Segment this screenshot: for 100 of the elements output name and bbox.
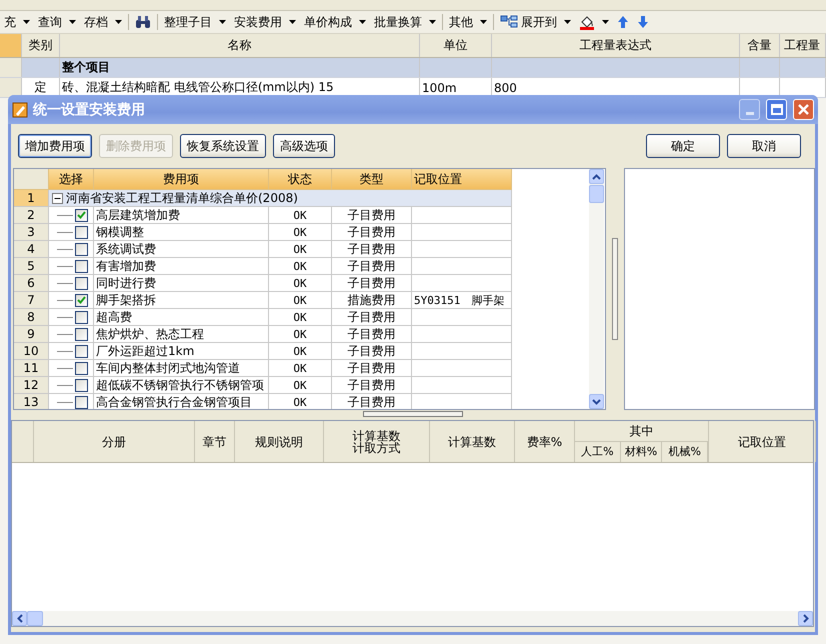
table-cell: 子目费用 <box>332 377 412 394</box>
table-cell: 措施费用 <box>332 292 412 309</box>
toolbar-button[interactable]: 展开到 <box>496 12 575 32</box>
column-header: 类型 <box>332 169 412 190</box>
column-header: 计算基数 <box>430 421 515 462</box>
table-cell: 子目费用 <box>332 207 412 224</box>
table-cell: OK <box>269 394 332 409</box>
row-number: 4 <box>14 241 49 258</box>
row-number: 6 <box>14 275 49 292</box>
toolbar-button[interactable]: 批量换算 <box>370 12 440 32</box>
maximize-button[interactable] <box>766 99 787 120</box>
window-title: 统一设置安装费用 <box>33 100 145 118</box>
table-cell: 脚手架搭拆 <box>94 292 269 309</box>
column-header: 费用项 <box>94 169 269 190</box>
row-header <box>0 78 22 97</box>
toolbar-button[interactable]: 整理子目 <box>160 12 230 32</box>
checkbox[interactable] <box>75 378 88 392</box>
checkbox[interactable] <box>75 208 88 222</box>
table-cell: 高层建筑增加费 <box>94 207 269 224</box>
column-header: 规则说明 <box>235 421 324 462</box>
header-corner <box>0 34 22 57</box>
table-cell: 整个项目 <box>60 58 420 77</box>
table-cell: OK <box>269 258 332 275</box>
table-cell: 子目费用 <box>332 326 412 343</box>
column-header: 记取位置 <box>412 169 512 190</box>
checkbox[interactable] <box>75 242 88 256</box>
table-cell: OK <box>269 224 332 241</box>
table-cell: OK <box>269 360 332 377</box>
scroll-up-icon[interactable] <box>592 174 601 180</box>
toolbar-button[interactable]: 安装费用 <box>230 12 300 32</box>
column-header: 计取方式 <box>352 442 400 454</box>
column-header: 类别 <box>22 34 60 57</box>
dialog-button[interactable]: 取消 <box>727 134 801 158</box>
row-number: 5 <box>14 258 49 275</box>
toolbar-button[interactable]: 查询 <box>34 12 80 32</box>
scroll-down-icon[interactable] <box>592 398 601 404</box>
scroll-thumb[interactable] <box>588 185 604 203</box>
table-cell: 超低碳不锈钢管执行不锈钢管项 <box>94 377 269 394</box>
column-header: 名称 <box>60 34 420 57</box>
header-corner <box>14 169 49 190</box>
table-cell: 子目费用 <box>332 275 412 292</box>
splitter-handle[interactable] <box>363 411 463 417</box>
column-header: 工程量表达式 <box>492 34 740 57</box>
column-header: 机械% <box>662 442 708 462</box>
table-cell: OK <box>269 275 332 292</box>
up-arrow-icon <box>617 15 629 29</box>
checkbox[interactable] <box>75 310 88 324</box>
collapse-icon[interactable] <box>52 192 63 204</box>
table-cell: 系统调试费 <box>94 241 269 258</box>
action-button[interactable]: 高级选项 <box>273 134 335 158</box>
binoculars-icon <box>135 15 151 29</box>
checkbox[interactable] <box>75 226 88 238</box>
column-header: 单位 <box>420 34 492 57</box>
horizontal-scrollbar[interactable] <box>12 611 813 626</box>
toolbar-button[interactable]: 单价构成 <box>300 12 370 32</box>
scroll-thumb[interactable] <box>27 611 43 626</box>
column-header: 分册 <box>34 421 195 462</box>
row-number: 10 <box>14 343 49 360</box>
table-cell: OK <box>269 292 332 309</box>
table-cell: 子目费用 <box>332 360 412 377</box>
table-cell: 子目费用 <box>332 241 412 258</box>
minimize-icon <box>746 112 754 115</box>
row-number: 9 <box>14 326 49 343</box>
table-cell: 超高费 <box>94 309 269 326</box>
checkbox[interactable] <box>75 362 88 374</box>
dialog-button[interactable]: 确定 <box>646 134 720 158</box>
column-header: 人工% <box>575 442 621 462</box>
vertical-scrollbar[interactable] <box>588 169 604 409</box>
column-header: 选择 <box>49 169 94 190</box>
splitter-handle[interactable] <box>612 238 618 340</box>
table-cell: 子目费用 <box>332 309 412 326</box>
tree-group-label: 河南省安装工程工程量清单综合单价(2008) <box>66 190 298 206</box>
action-button[interactable]: 增加费用项 <box>18 134 92 158</box>
checkbox[interactable] <box>75 294 88 306</box>
table-cell: 子目费用 <box>332 258 412 275</box>
table-cell: 同时进行费 <box>94 275 269 292</box>
close-button[interactable] <box>793 99 814 120</box>
scroll-right-icon[interactable] <box>802 614 808 623</box>
checkbox[interactable] <box>75 344 88 358</box>
row-number: 1 <box>14 190 49 207</box>
table-cell: OK <box>269 343 332 360</box>
toolbar-button[interactable]: 充 <box>0 12 34 32</box>
column-header: 记取位置 <box>709 421 816 462</box>
checkbox[interactable] <box>75 328 88 340</box>
checkbox[interactable] <box>75 276 88 290</box>
checkbox[interactable] <box>75 396 88 408</box>
row-number: 7 <box>14 292 49 309</box>
column-header: 含量 <box>740 34 780 57</box>
action-button[interactable]: 恢复系统设置 <box>180 134 266 158</box>
toolbar-button[interactable]: 其他 <box>445 12 491 32</box>
row-number: 13 <box>14 394 49 409</box>
table-cell: 子目费用 <box>332 224 412 241</box>
table-cell: 有害增加费 <box>94 258 269 275</box>
toolbar-button[interactable]: 存档 <box>80 12 126 32</box>
column-header: 材料% <box>620 442 662 462</box>
table-cell: 焦炉烘炉、热态工程 <box>94 326 269 343</box>
checkbox[interactable] <box>75 260 88 272</box>
tree-icon <box>500 15 518 29</box>
scroll-left-icon[interactable] <box>16 614 22 623</box>
table-cell: 厂外运距超过1km <box>94 343 269 360</box>
